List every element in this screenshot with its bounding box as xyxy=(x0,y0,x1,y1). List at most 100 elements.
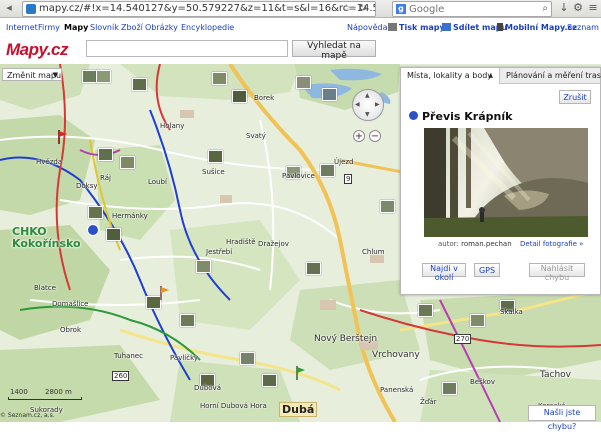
reload-icon[interactable]: ↻ xyxy=(359,2,367,16)
mobile-icon xyxy=(497,23,503,31)
browser-search-input[interactable] xyxy=(406,3,529,15)
addons-icon[interactable]: ⚙ xyxy=(571,1,585,15)
place-label: Vrchovany xyxy=(372,350,420,360)
road-number: 260 xyxy=(112,371,130,381)
selected-place-pin-icon[interactable] xyxy=(87,224,99,236)
place-detail-panel: Místa, lokality a body ▲ Plánování a měř… xyxy=(400,67,601,295)
back-arrow-icon[interactable]: ◂ xyxy=(2,1,16,15)
photo-marker[interactable] xyxy=(296,76,311,89)
photo-marker[interactable] xyxy=(96,70,111,83)
tab-planning-label: Plánování a měření trasy xyxy=(506,71,601,80)
green-flag-icon[interactable] xyxy=(296,366,306,380)
place-label: Obrok xyxy=(60,326,82,334)
photo-marker[interactable] xyxy=(132,78,147,91)
place-label: Beškov xyxy=(470,378,495,386)
photo-marker[interactable] xyxy=(88,206,103,219)
town-label-duba[interactable]: Dubá xyxy=(279,402,318,417)
gps-button[interactable]: GPS xyxy=(474,263,500,277)
nav-print-map[interactable]: Tisk mapy xyxy=(388,23,445,32)
place-label: Borek xyxy=(254,94,275,102)
photo-marker[interactable] xyxy=(98,148,113,161)
pan-left-icon[interactable]: ◀ xyxy=(355,101,360,108)
collapse-icon[interactable]: ▲ xyxy=(488,68,493,84)
pan-right-icon[interactable]: ▶ xyxy=(375,101,380,108)
url-bar[interactable]: mapy.cz/#!x=14.540127&y=50.579227&z=11&t… xyxy=(22,1,376,17)
photo-marker[interactable] xyxy=(208,150,223,163)
nav-encyklopedie[interactable]: Encyklopedie xyxy=(181,23,234,32)
photo-marker[interactable] xyxy=(82,70,97,83)
photo-marker[interactable] xyxy=(120,156,135,169)
search-icon[interactable]: ⌕ xyxy=(542,2,548,16)
menu-icon[interactable]: ≡ xyxy=(586,1,600,15)
photo-marker[interactable] xyxy=(442,382,457,395)
bookmark-star-icon[interactable]: ☆ xyxy=(342,2,351,16)
browser-toolbar: ◂ mapy.cz/#!x=14.540127&y=50.579227&z=11… xyxy=(0,0,601,18)
cancel-button[interactable]: Zrušit xyxy=(559,90,591,104)
photo-marker[interactable] xyxy=(106,228,121,241)
change-map-dropdown[interactable]: Změnit mapu ▼ xyxy=(2,68,62,81)
scale-line xyxy=(8,397,82,400)
place-label: Loubí xyxy=(148,178,167,186)
browser-search-box[interactable]: g ⌕ xyxy=(392,1,552,17)
photo-marker[interactable] xyxy=(262,374,277,387)
place-photo-image xyxy=(424,128,588,237)
zoom-in-button[interactable]: + xyxy=(353,130,365,142)
share-icon xyxy=(442,23,451,31)
photo-marker[interactable] xyxy=(380,200,395,213)
place-label: Hvězda xyxy=(36,158,63,166)
download-icon[interactable]: ↓ xyxy=(557,1,571,15)
red-flag-icon[interactable] xyxy=(58,130,68,144)
place-title-text: Převis Krápník xyxy=(422,110,513,123)
photo-detail-link[interactable]: Detail fotografie » xyxy=(520,240,583,248)
nav-internet[interactable]: Internet xyxy=(6,23,38,32)
photo-marker[interactable] xyxy=(232,90,247,103)
nav-mobile-maps[interactable]: Mobilní Mapy.cz xyxy=(497,23,577,32)
tab-route-planning[interactable]: Plánování a měření trasy xyxy=(500,68,601,84)
place-photo[interactable] xyxy=(424,128,588,237)
photo-marker[interactable] xyxy=(418,304,433,317)
place-label: Tachov xyxy=(540,370,572,380)
mapy-logo[interactable]: Mapy.cz xyxy=(6,39,82,59)
nav-mapy[interactable]: Mapy xyxy=(64,23,88,32)
photo-marker[interactable] xyxy=(306,262,321,275)
place-pin-icon xyxy=(409,111,418,120)
site-favicon-icon xyxy=(26,4,36,14)
place-title: Převis Krápník xyxy=(409,110,512,123)
place-label: Nový Berštejn xyxy=(314,334,378,344)
zoom-out-button[interactable]: − xyxy=(369,130,381,142)
place-label: Panenská xyxy=(380,386,414,394)
photo-marker[interactable] xyxy=(470,314,485,327)
place-label: Jestřebí xyxy=(206,248,233,256)
orange-flag-icon[interactable] xyxy=(160,286,170,300)
nav-napoveda[interactable]: Nápověda xyxy=(347,23,388,32)
pan-control[interactable]: ▲ ▼ ◀ ▶ xyxy=(352,89,384,121)
photo-marker[interactable] xyxy=(212,72,227,85)
service-nav: Internet Firmy Mapy Slovník Zboží Obrázk… xyxy=(0,19,601,35)
nav-zbozi[interactable]: Zboží xyxy=(121,23,143,32)
photo-marker[interactable] xyxy=(320,164,335,177)
logo-text: Mapy.cz xyxy=(6,40,69,59)
nav-firmy[interactable]: Firmy xyxy=(38,23,60,32)
pan-down-icon[interactable]: ▼ xyxy=(365,111,370,118)
find-nearby-button[interactable]: Najdi v okolí xyxy=(422,263,466,282)
feedback-link[interactable]: Našli jste chybu? xyxy=(528,405,596,431)
search-map-button[interactable]: Vyhledat na mapě xyxy=(292,40,376,61)
photo-marker[interactable] xyxy=(180,314,195,327)
place-label: Dražejov xyxy=(258,240,289,248)
mapy-logo-mark: Mapy.cz xyxy=(6,40,70,59)
tab-places-label: Místa, lokality a body xyxy=(407,71,493,80)
report-error-button[interactable]: Nahlásit chybu xyxy=(529,263,585,282)
nav-slovnik[interactable]: Slovník xyxy=(90,23,119,32)
nav-obrazky[interactable]: Obrázky xyxy=(145,23,178,32)
copyright: © Seznam.cz, a.s. xyxy=(0,412,55,419)
photo-marker[interactable] xyxy=(146,296,161,309)
pan-up-icon[interactable]: ▲ xyxy=(365,92,370,99)
photo-marker[interactable] xyxy=(240,352,255,365)
map-search-input[interactable] xyxy=(86,40,288,57)
photo-marker[interactable] xyxy=(196,260,211,273)
place-label: Horní Dubová Hora xyxy=(200,402,267,410)
photo-marker[interactable] xyxy=(322,88,337,101)
nav-seznam[interactable]: Seznam xyxy=(567,23,599,32)
place-label: Sušice xyxy=(202,168,225,176)
tab-places[interactable]: Místa, lokality a body ▲ xyxy=(401,68,500,84)
